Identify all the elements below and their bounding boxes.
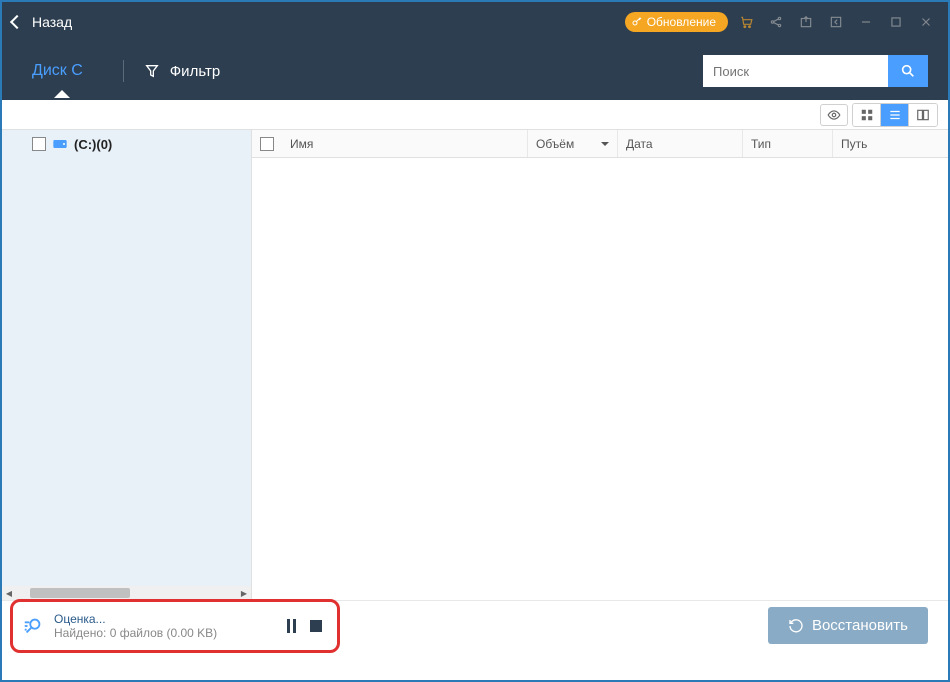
close-icon [919,15,933,29]
back-button[interactable]: Назад [12,14,72,30]
view-toolbar [2,100,948,130]
filter-icon [144,63,160,79]
tree-item-disk-c[interactable]: (C:)(0) [2,130,251,158]
update-label: Обновление [647,15,716,29]
chevron-left-icon [10,15,24,29]
list-icon [888,108,902,122]
cart-button[interactable] [734,10,758,34]
sidebar-scrollbar[interactable]: ◀ ▶ [2,586,251,600]
col-name[interactable]: Имя [282,130,528,157]
scroll-right-arrow[interactable]: ▶ [237,586,251,600]
share-button[interactable] [764,10,788,34]
export-icon [799,15,813,29]
search-input[interactable] [703,55,888,87]
maximize-button[interactable] [884,10,908,34]
col-path[interactable]: Путь [833,130,948,157]
footer: Оценка... Найдено: 0 файлов (0.00 KB) Во… [2,600,948,650]
divider [123,60,124,82]
tab-disk-c[interactable]: Диск С [22,62,103,80]
col-size-label: Объём [536,137,574,151]
disk-icon [52,136,68,152]
detail-view-button[interactable] [909,104,937,126]
export-button[interactable] [794,10,818,34]
scroll-left-arrow[interactable]: ◀ [2,586,16,600]
stop-icon [310,620,322,632]
list-header: Имя Объём Дата Тип Путь [252,130,948,158]
minimize-button[interactable] [854,10,878,34]
back-window-icon [829,15,843,29]
header-checkbox[interactable] [260,137,274,151]
key-icon [631,16,643,28]
pause-button[interactable] [287,619,296,633]
grid-icon [860,108,874,122]
list-view-button[interactable] [881,104,909,126]
cart-icon [739,15,753,29]
scan-icon [22,615,44,637]
toolbar: Диск С Фильтр [2,42,948,100]
col-checkbox[interactable] [252,130,282,157]
tree-checkbox[interactable] [32,137,46,151]
tree-label: (C:)(0) [74,137,112,152]
preview-toggle[interactable] [820,104,848,126]
restore-button[interactable]: Восстановить [768,607,928,644]
scroll-thumb[interactable] [30,588,130,598]
update-button[interactable]: Обновление [625,12,728,32]
minimize-icon [859,15,873,29]
restore-label: Восстановить [812,617,908,634]
titlebar-actions: Обновление [625,10,938,34]
scan-info: Оценка... Найдено: 0 файлов (0.00 KB) [54,612,217,640]
maximize-icon [889,15,903,29]
search-icon [900,63,916,79]
back-label: Назад [32,14,72,30]
col-date[interactable]: Дата [618,130,743,157]
filter-button[interactable]: Фильтр [144,63,220,80]
sort-arrow-icon [601,142,609,146]
scan-title: Оценка... [54,612,217,626]
sidebar: (C:)(0) ◀ ▶ [2,130,252,600]
scan-controls [287,619,322,633]
main-content: (C:)(0) ◀ ▶ Имя Объём Дата Тип Путь [2,130,948,600]
pause-icon [287,619,296,633]
search-button[interactable] [888,55,928,87]
col-size[interactable]: Объём [528,130,618,157]
view-mode-group [852,103,938,127]
share-icon [769,15,783,29]
titlebar: Назад Обновление [2,2,948,42]
filter-label: Фильтр [170,63,220,80]
grid-view-button[interactable] [853,104,881,126]
detail-icon [916,108,930,122]
back-window-button[interactable] [824,10,848,34]
close-button[interactable] [914,10,938,34]
scan-status: Оценка... Найдено: 0 файлов (0.00 KB) [22,612,217,640]
list-area: Имя Объём Дата Тип Путь [252,130,948,600]
search-area [703,55,928,87]
stop-button[interactable] [310,619,322,633]
scan-subtitle: Найдено: 0 файлов (0.00 KB) [54,626,217,640]
col-type[interactable]: Тип [743,130,833,157]
eye-icon [827,108,841,122]
restore-icon [788,618,804,634]
